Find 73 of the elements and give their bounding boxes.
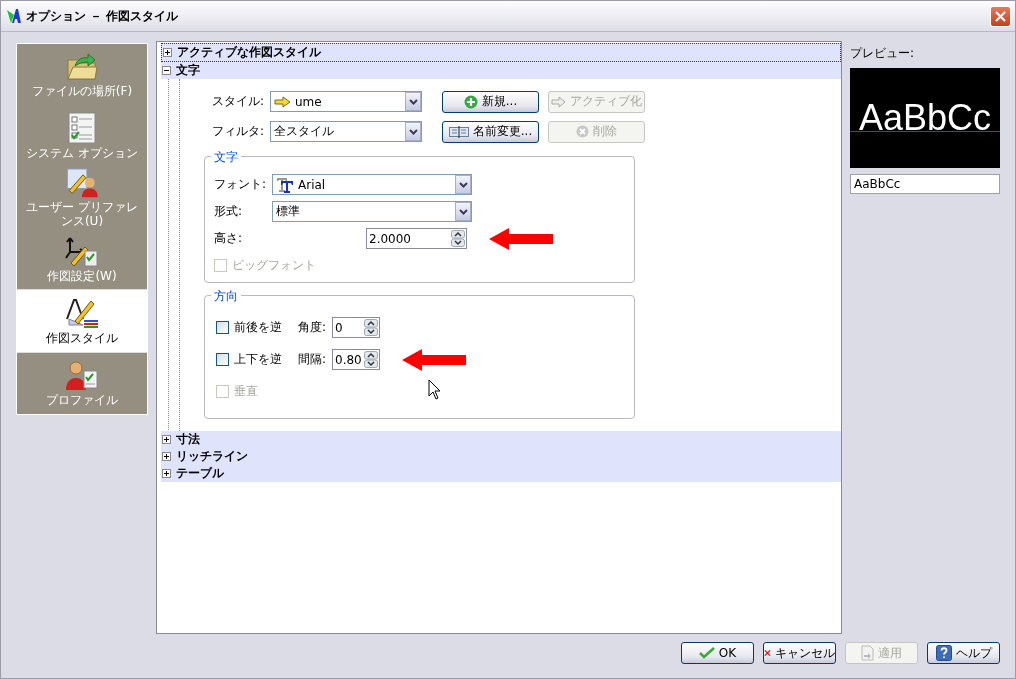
help-icon	[935, 645, 952, 661]
style-label: スタイル:	[212, 93, 264, 110]
filter-label: フィルタ:	[212, 123, 264, 140]
section-header[interactable]: 寸法	[161, 431, 841, 448]
help-button[interactable]: ヘルプ	[927, 642, 1000, 664]
font-dropdown[interactable]: Arial	[272, 174, 472, 195]
checkbox[interactable]	[216, 321, 229, 334]
expand-icon[interactable]	[162, 469, 171, 478]
document-icon	[861, 645, 874, 661]
spin-arrows-icon[interactable]	[364, 351, 378, 368]
spacing-spinbox[interactable]: 0.80	[332, 349, 380, 370]
dropdown-button[interactable]	[455, 175, 471, 194]
spacing-label: 間隔:	[298, 351, 328, 368]
expand-icon[interactable]	[162, 435, 171, 444]
new-button[interactable]: 新規...	[442, 90, 539, 113]
filter-dropdown[interactable]: 全スタイル	[270, 121, 422, 142]
expand-icon[interactable]	[163, 48, 172, 57]
preview-text-field[interactable]: AaBbCc	[850, 174, 1000, 194]
mouse-pointer-icon	[428, 379, 441, 400]
checkbox[interactable]	[216, 353, 229, 366]
letter-pencil-icon	[65, 296, 99, 329]
checkbox-label: 前後を逆	[234, 319, 282, 336]
folder-icon	[65, 51, 99, 82]
checkbox-label: 上下を逆	[234, 351, 282, 368]
dropdown-button[interactable]	[405, 122, 421, 141]
checkbox-label: ビッグフォント	[232, 257, 316, 274]
close-icon	[994, 9, 1007, 23]
checklist-icon	[68, 112, 96, 144]
chevron-down-icon	[458, 181, 468, 188]
section-header[interactable]: 文字	[161, 62, 841, 79]
style-dropdown[interactable]: ume	[270, 91, 422, 112]
section-header[interactable]: リッチライン	[161, 448, 841, 465]
spin-arrows-icon[interactable]	[451, 230, 465, 247]
pencil-person-icon	[65, 166, 99, 198]
angle-label: 角度:	[298, 319, 328, 336]
delete-icon	[576, 125, 589, 138]
rename-button[interactable]: 名前変更...	[442, 120, 539, 143]
group-title: 文字	[211, 149, 241, 166]
person-checklist-icon	[65, 359, 99, 392]
group-title: 方向	[211, 288, 241, 305]
annotation-arrow-icon	[489, 227, 553, 250]
plus-icon	[463, 94, 478, 109]
collapse-icon[interactable]	[162, 66, 171, 75]
arrow-right-icon	[551, 95, 566, 108]
ok-button[interactable]: OK	[681, 642, 754, 664]
format-dropdown[interactable]: 標準	[272, 201, 472, 222]
chevron-down-icon	[408, 128, 418, 135]
window-title: オプション － 作図スタイル	[26, 7, 180, 25]
height-label: 高さ:	[214, 230, 244, 247]
drawing-style-item[interactable]: 作図スタイル	[17, 289, 147, 353]
arrow-right-icon	[274, 95, 291, 108]
preview-label: プレビュー:	[850, 45, 916, 62]
dropdown-button[interactable]	[405, 92, 421, 111]
rename-icon	[448, 125, 469, 138]
dropdown-button[interactable]	[455, 202, 471, 221]
chevron-down-icon	[458, 208, 468, 215]
spin-arrows-icon[interactable]	[364, 319, 378, 336]
font-label: フォント:	[214, 176, 266, 193]
app-logo-icon	[6, 8, 22, 24]
checkmark-icon	[698, 647, 715, 659]
checkbox-label: 垂直	[234, 383, 258, 400]
chevron-down-icon	[408, 98, 418, 105]
section-header[interactable]: アクティブな作図スタイル	[161, 43, 841, 62]
annotation-arrow-icon	[402, 348, 466, 371]
section-header[interactable]: テーブル	[161, 465, 841, 482]
expand-icon[interactable]	[162, 452, 171, 461]
cancel-button[interactable]: キャンセル	[763, 642, 836, 664]
preview-sample-text: AaBbCc	[858, 100, 992, 136]
format-label: 形式:	[214, 203, 244, 220]
close-button[interactable]	[990, 5, 1011, 27]
angle-spinbox[interactable]: 0	[332, 317, 380, 338]
height-spinbox[interactable]: 2.0000	[366, 228, 467, 249]
font-icon	[276, 176, 294, 193]
